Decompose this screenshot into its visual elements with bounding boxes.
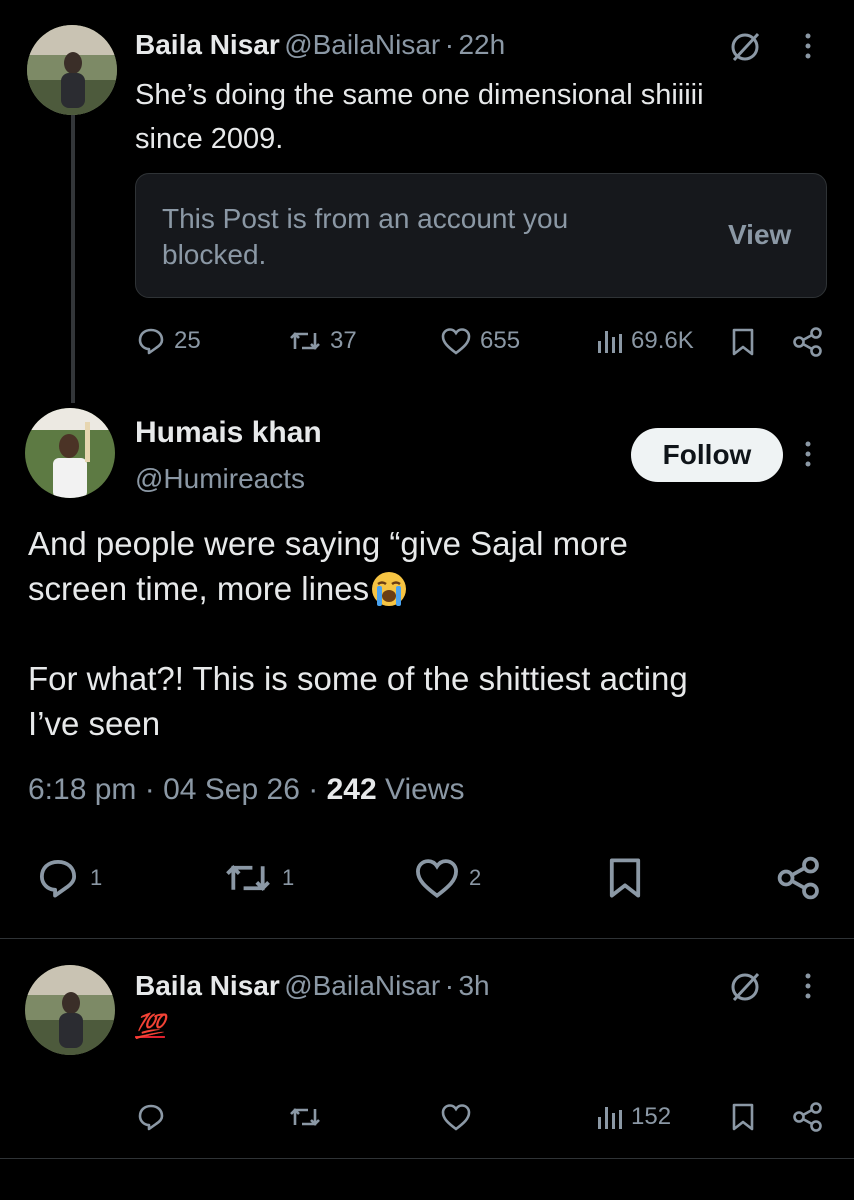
grok-icon[interactable] xyxy=(728,30,762,64)
like-count: 2 xyxy=(469,865,482,890)
dot-separator: · xyxy=(444,29,455,60)
reply-button[interactable]: 1 xyxy=(34,856,102,900)
like-count: 655 xyxy=(480,327,521,354)
views-count: 69.6K xyxy=(631,327,694,354)
like-icon xyxy=(440,326,472,356)
repost-button[interactable]: 1 xyxy=(222,856,294,900)
follow-button[interactable]: Follow xyxy=(631,428,783,482)
post-text-line: since 2009. xyxy=(135,123,284,155)
like-icon xyxy=(440,1102,472,1132)
crying-emoji xyxy=(369,570,409,608)
reply-count: 1 xyxy=(90,865,103,890)
views-count: 152 xyxy=(631,1103,672,1130)
post-text-line: She’s doing the same one dimensional shi… xyxy=(135,79,704,111)
views-icon xyxy=(595,326,623,356)
blocked-text: This Post is from an account you xyxy=(162,203,569,234)
share-icon[interactable] xyxy=(792,1102,824,1132)
blocked-post-card: This Post is from an account you blocked… xyxy=(135,173,827,298)
views-button[interactable]: 69.6K xyxy=(595,326,694,356)
author-name[interactable]: Humais khan xyxy=(135,416,322,450)
divider xyxy=(0,1158,854,1159)
bookmark-icon[interactable] xyxy=(731,327,755,357)
repost-count: 37 xyxy=(330,327,357,354)
reply-icon xyxy=(34,856,82,900)
post-time[interactable]: 3h xyxy=(458,970,489,1001)
repost-icon xyxy=(288,326,322,356)
reply-icon xyxy=(136,326,166,356)
views-label[interactable]: Views xyxy=(385,773,464,806)
repost-button[interactable] xyxy=(288,1102,322,1132)
author-handle[interactable]: @Humireacts xyxy=(135,463,305,495)
reply-icon xyxy=(136,1102,166,1132)
post-date[interactable]: 04 Sep 26 xyxy=(163,773,300,806)
divider xyxy=(0,938,854,939)
post-time[interactable]: 6:18 pm xyxy=(28,773,136,806)
share-icon[interactable] xyxy=(776,856,822,900)
thread-line xyxy=(71,113,75,403)
bookmark-icon[interactable] xyxy=(607,856,643,900)
like-button[interactable]: 655 xyxy=(440,326,520,356)
author-name[interactable]: Baila Nisar xyxy=(135,29,280,60)
author-handle[interactable]: @BailaNisar xyxy=(284,970,440,1001)
author-name[interactable]: Baila Nisar xyxy=(135,970,280,1001)
like-button[interactable]: 2 xyxy=(413,856,481,900)
post-text-line: And people were saying “give Sajal more xyxy=(28,525,628,562)
avatar-humais[interactable] xyxy=(25,408,115,498)
repost-icon xyxy=(222,856,274,900)
more-vertical-icon[interactable] xyxy=(803,438,813,472)
post-text-line: For what?! This is some of the shittiest… xyxy=(28,660,688,697)
share-icon[interactable] xyxy=(792,327,824,357)
more-vertical-icon[interactable] xyxy=(803,970,813,1004)
hundred-emoji: 💯 xyxy=(135,1013,165,1040)
post-text-line: I’ve seen xyxy=(28,705,161,742)
more-vertical-icon[interactable] xyxy=(803,30,813,64)
dot-separator: · xyxy=(308,773,319,806)
post-time[interactable]: 22h xyxy=(458,29,505,60)
view-blocked-button[interactable]: View xyxy=(728,219,791,251)
author-handle[interactable]: @BailaNisar xyxy=(284,29,440,60)
avatar-baila[interactable] xyxy=(25,965,115,1055)
post-text-line: screen time, more lines xyxy=(28,570,370,607)
views-button[interactable]: 152 xyxy=(595,1102,671,1132)
repost-button[interactable]: 37 xyxy=(288,326,357,356)
reply-button[interactable]: 25 xyxy=(136,326,201,356)
blocked-text: blocked. xyxy=(162,239,267,270)
repost-count: 1 xyxy=(282,865,295,890)
grok-icon[interactable] xyxy=(728,970,762,1004)
like-button[interactable] xyxy=(440,1102,472,1132)
dot-separator: · xyxy=(144,773,155,806)
like-icon xyxy=(413,856,461,900)
repost-icon xyxy=(288,1102,322,1132)
avatar-baila[interactable] xyxy=(27,25,117,115)
dot-separator: · xyxy=(444,970,455,1001)
views-number[interactable]: 242 xyxy=(327,773,377,806)
bookmark-icon[interactable] xyxy=(731,1102,755,1132)
reply-count: 25 xyxy=(174,327,201,354)
reply-button[interactable] xyxy=(136,1102,166,1132)
views-icon xyxy=(595,1102,623,1132)
